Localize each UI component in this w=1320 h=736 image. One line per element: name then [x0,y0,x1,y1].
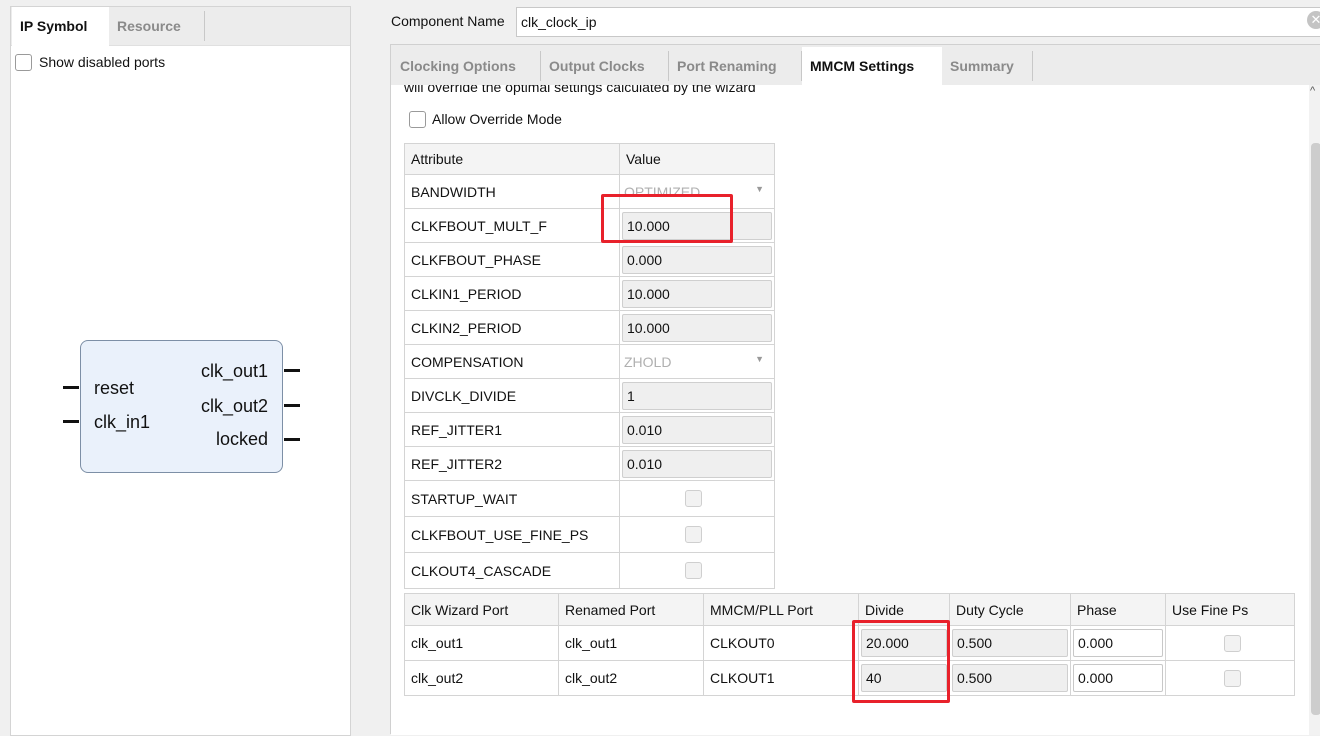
scroll-up-icon[interactable]: ^ [1310,85,1315,97]
clear-circle-icon[interactable]: ✕ [1307,11,1320,29]
phase-field[interactable]: 0.000 [1073,664,1163,692]
attribute-value-field[interactable]: 0.010 [622,415,772,444]
duty-cycle-field[interactable]: 0.500 [952,629,1068,657]
component-name-label: Component Name [391,13,505,29]
pin-locked [284,438,300,441]
attribute-row: COMPENSATION ZHOLD ▼ [404,344,775,379]
highlight-box [852,620,950,703]
use-fine-ps-checkbox[interactable] [1224,669,1241,687]
attribute-name: REF_JITTER1 [404,412,620,447]
allow-override-checkbox[interactable] [409,111,426,128]
tab-clocking-options[interactable]: Clocking Options [392,47,540,86]
chevron-down-icon: ▼ [755,353,764,364]
attribute-row: CLKIN1_PERIOD 10.000 [404,276,775,311]
col-header: Attribute [404,143,620,175]
attribute-name: CLKFBOUT_PHASE [404,242,620,277]
attribute-checkbox[interactable] [685,562,702,579]
cell: clk_out1 [558,625,704,661]
show-disabled-ports-label: Show disabled ports [39,54,166,70]
col-header: Phase [1070,593,1166,626]
col-header: Use Fine Ps [1165,593,1295,626]
attribute-value-field[interactable]: 10.000 [622,279,772,308]
tab-bar: Clocking Options Output Clocks Port Rena… [391,45,1320,85]
phase-field[interactable]: 0.000 [1073,629,1163,657]
pin-clk-in1 [63,420,79,423]
attribute-value-field[interactable]: 0.010 [622,449,772,478]
port-label: clk_out2 [200,396,268,416]
port-label: clk_out1 [200,361,268,381]
attribute-row: REF_JITTER2 0.010 [404,446,775,481]
pin-clk-out2 [284,404,300,407]
tab-mmcm-settings[interactable]: MMCM Settings [802,47,942,85]
attribute-value: ZHOLD [624,353,672,370]
output-clock-row: clk_out2 clk_out2 CLKOUT1 40 0.500 0.000 [404,660,1295,696]
tab-divider [204,11,205,41]
chevron-down-icon: ▼ [755,183,764,194]
port-label: locked [215,429,268,449]
override-note: will override the optimal settings calcu… [404,85,756,95]
attribute-row: CLKFBOUT_PHASE 0.000 [404,242,775,277]
col-header: Value [619,143,775,175]
attribute-row: STARTUP_WAIT [404,480,775,517]
tab-ip-symbol[interactable]: IP Symbol [12,7,109,46]
cell: CLKOUT1 [703,660,859,696]
use-fine-ps-checkbox[interactable] [1224,634,1241,652]
tab-summary[interactable]: Summary [942,47,1032,86]
attribute-row: REF_JITTER1 0.010 [404,412,775,447]
port-label: clk_in1 [94,412,151,432]
attribute-name: CLKIN1_PERIOD [404,276,620,311]
attribute-name: CLKFBOUT_USE_FINE_PS [404,516,620,553]
scrollbar-thumb[interactable] [1311,143,1320,715]
attribute-row: DIVCLK_DIVIDE 1 [404,378,775,413]
duty-cycle-field[interactable]: 0.500 [952,664,1068,692]
left-tab-bar: IP Symbol Resource [11,7,350,46]
col-header: Renamed Port [558,593,704,626]
cell: clk_out2 [404,660,559,696]
attribute-value-field[interactable]: 1 [622,381,772,410]
tab-port-renaming[interactable]: Port Renaming [669,47,801,86]
col-header: Duty Cycle [949,593,1071,626]
component-name-value: clk_clock_ip [521,14,597,30]
pin-reset [63,386,79,389]
tab-resource[interactable]: Resource [109,7,205,46]
cell: CLKOUT0 [703,625,859,661]
attribute-name: REF_JITTER2 [404,446,620,481]
col-header: Clk Wizard Port [404,593,559,626]
attribute-checkbox[interactable] [685,526,702,543]
output-clock-row: clk_out1 clk_out1 CLKOUT0 20.000 0.500 0.000 [404,625,1295,661]
tab-divider [1032,51,1033,81]
cell: clk_out1 [404,625,559,661]
attribute-name: STARTUP_WAIT [404,480,620,517]
attribute-value-field[interactable]: 10.000 [622,313,772,342]
mmcm-settings-content: will override the optimal settings calcu… [391,85,1309,735]
attribute-dropdown[interactable]: ZHOLD ▼ [622,354,772,370]
attribute-name: BANDWIDTH [404,174,620,209]
allow-override-label: Allow Override Mode [432,111,562,127]
attribute-row: CLKFBOUT_USE_FINE_PS [404,516,775,553]
attribute-name: CLKFBOUT_MULT_F [404,208,620,243]
attribute-name: COMPENSATION [404,344,620,379]
show-disabled-ports-checkbox[interactable] [15,54,32,71]
attribute-name: CLKOUT4_CASCADE [404,552,620,589]
pin-clk-out1 [284,369,300,372]
highlight-box [601,194,733,243]
cell: clk_out2 [558,660,704,696]
col-header: MMCM/PLL Port [703,593,859,626]
attribute-row: CLKOUT4_CASCADE [404,552,775,589]
attribute-name: DIVCLK_DIVIDE [404,378,620,413]
component-name-input[interactable]: clk_clock_ip ✕ [516,7,1320,37]
attribute-row: CLKIN2_PERIOD 10.000 [404,310,775,345]
attribute-name: CLKIN2_PERIOD [404,310,620,345]
attribute-value-field[interactable]: 0.000 [622,245,772,274]
port-label: reset [94,378,135,398]
output-clock-table: Clk Wizard Port Renamed Port MMCM/PLL Port… [404,593,1295,696]
attribute-checkbox[interactable] [685,490,702,507]
tab-output-clocks[interactable]: Output Clocks [541,47,668,86]
